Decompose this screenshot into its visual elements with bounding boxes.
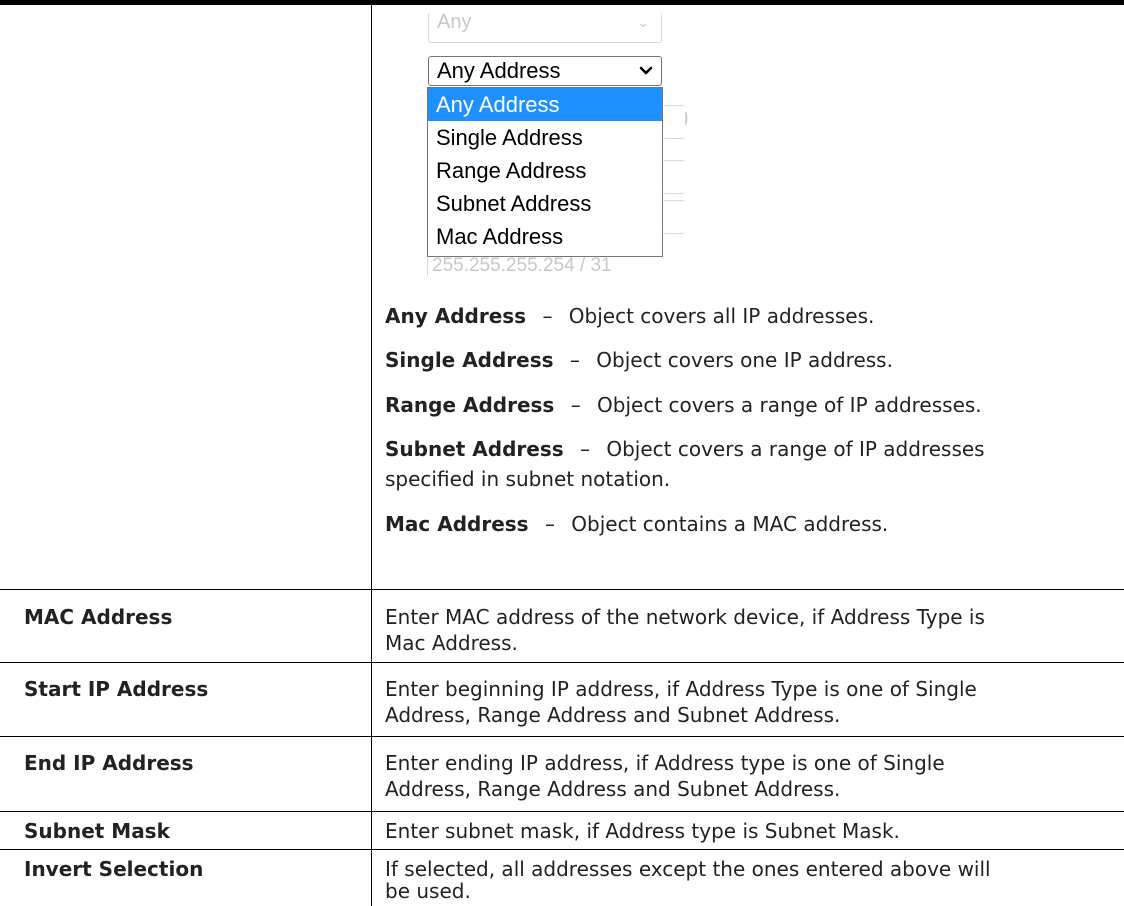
ghost-chevron-icon: ⌄ [637,14,649,30]
term-description: Object covers a range of IP addresses [606,437,985,461]
row-divider [0,849,1124,850]
separator: – [570,393,581,417]
description-subnet-address: Subnet Address – Object covers a range o… [385,436,985,462]
desc-line: Enter MAC address of the network device,… [385,605,985,629]
term-label: Range Address [385,393,555,417]
desc-line: Mac Address. [385,631,518,655]
document-page: Any ⌄ : 0 255.255.255.254 / 31 Any Addre… [0,0,1124,906]
row-divider [0,736,1124,737]
table-top-border [0,0,1124,5]
option-range-address[interactable]: Range Address [428,154,662,187]
term-description: Object covers a range of IP addresses. [597,393,982,417]
row-divider [0,811,1124,812]
row-label-mac-address: MAC Address [24,605,173,629]
row-divider [0,662,1124,663]
ghost-field-right [663,200,685,234]
desc-line: Address, Range Address and Subnet Addres… [385,777,841,801]
desc-line: Enter subnet mask, if Address type is Su… [385,819,900,843]
option-single-address[interactable]: Single Address [428,121,662,154]
row-desc-subnet-mask: Enter subnet mask, if Address type is Su… [385,818,1115,844]
row-desc-invert-selection: If selected, all addresses except the on… [385,856,1115,904]
term-description: specified in subnet notation. [385,467,671,491]
desc-line: Enter ending IP address, if Address type… [385,751,945,775]
row-label-invert-selection: Invert Selection [24,857,204,881]
row-label-end-ip: End IP Address [24,751,194,775]
desc-line: Address, Range Address and Subnet Addres… [385,703,841,727]
description-any-address: Any Address – Object covers all IP addre… [385,303,874,329]
option-subnet-address[interactable]: Subnet Address [428,187,662,220]
row-label-subnet-mask: Subnet Mask [24,819,170,843]
term-label: Mac Address [385,512,529,536]
description-range-address: Range Address – Object covers a range of… [385,392,982,418]
ghost-select-value: Any [437,11,472,33]
ghost-mask-value: 255.255.255.254 / 31 [432,256,612,276]
description-subnet-address-cont: specified in subnet notation. [385,466,670,492]
address-type-select-value: Any Address [437,58,561,83]
row-desc-end-ip: Enter ending IP address, if Address type… [385,750,1115,802]
desc-line: Enter beginning IP address, if Address T… [385,677,977,701]
address-type-option-list: Any Address Single Address Range Address… [427,87,663,257]
row-divider [0,589,1124,590]
separator: – [544,512,555,536]
ghost-select-above: Any ⌄ [428,12,662,43]
separator: – [580,437,590,461]
separator: – [542,304,553,328]
row-desc-mac-address: Enter MAC address of the network device,… [385,604,1115,656]
option-mac-address[interactable]: Mac Address [428,220,662,253]
description-mac-address: Mac Address – Object contains a MAC addr… [385,511,888,537]
address-type-select[interactable]: Any Address [428,56,662,86]
description-single-address: Single Address – Object covers one IP ad… [385,347,893,373]
ghost-field-right [663,105,685,139]
column-divider [371,0,372,906]
term-label: Single Address [385,348,554,372]
row-desc-start-ip: Enter beginning IP address, if Address T… [385,676,1115,728]
ghost-field-right [663,160,685,194]
term-description: Object contains a MAC address. [571,512,889,536]
term-label: Subnet Address [385,437,564,461]
separator: – [569,348,580,372]
chevron-down-icon [639,66,653,75]
row-label-start-ip: Start IP Address [24,677,209,701]
term-description: Object covers one IP address. [596,348,893,372]
option-any-address[interactable]: Any Address [428,88,662,121]
ghost-mask-field-left-edge [427,258,428,276]
term-description: Object covers all IP addresses. [568,304,875,328]
term-label: Any Address [385,304,527,328]
